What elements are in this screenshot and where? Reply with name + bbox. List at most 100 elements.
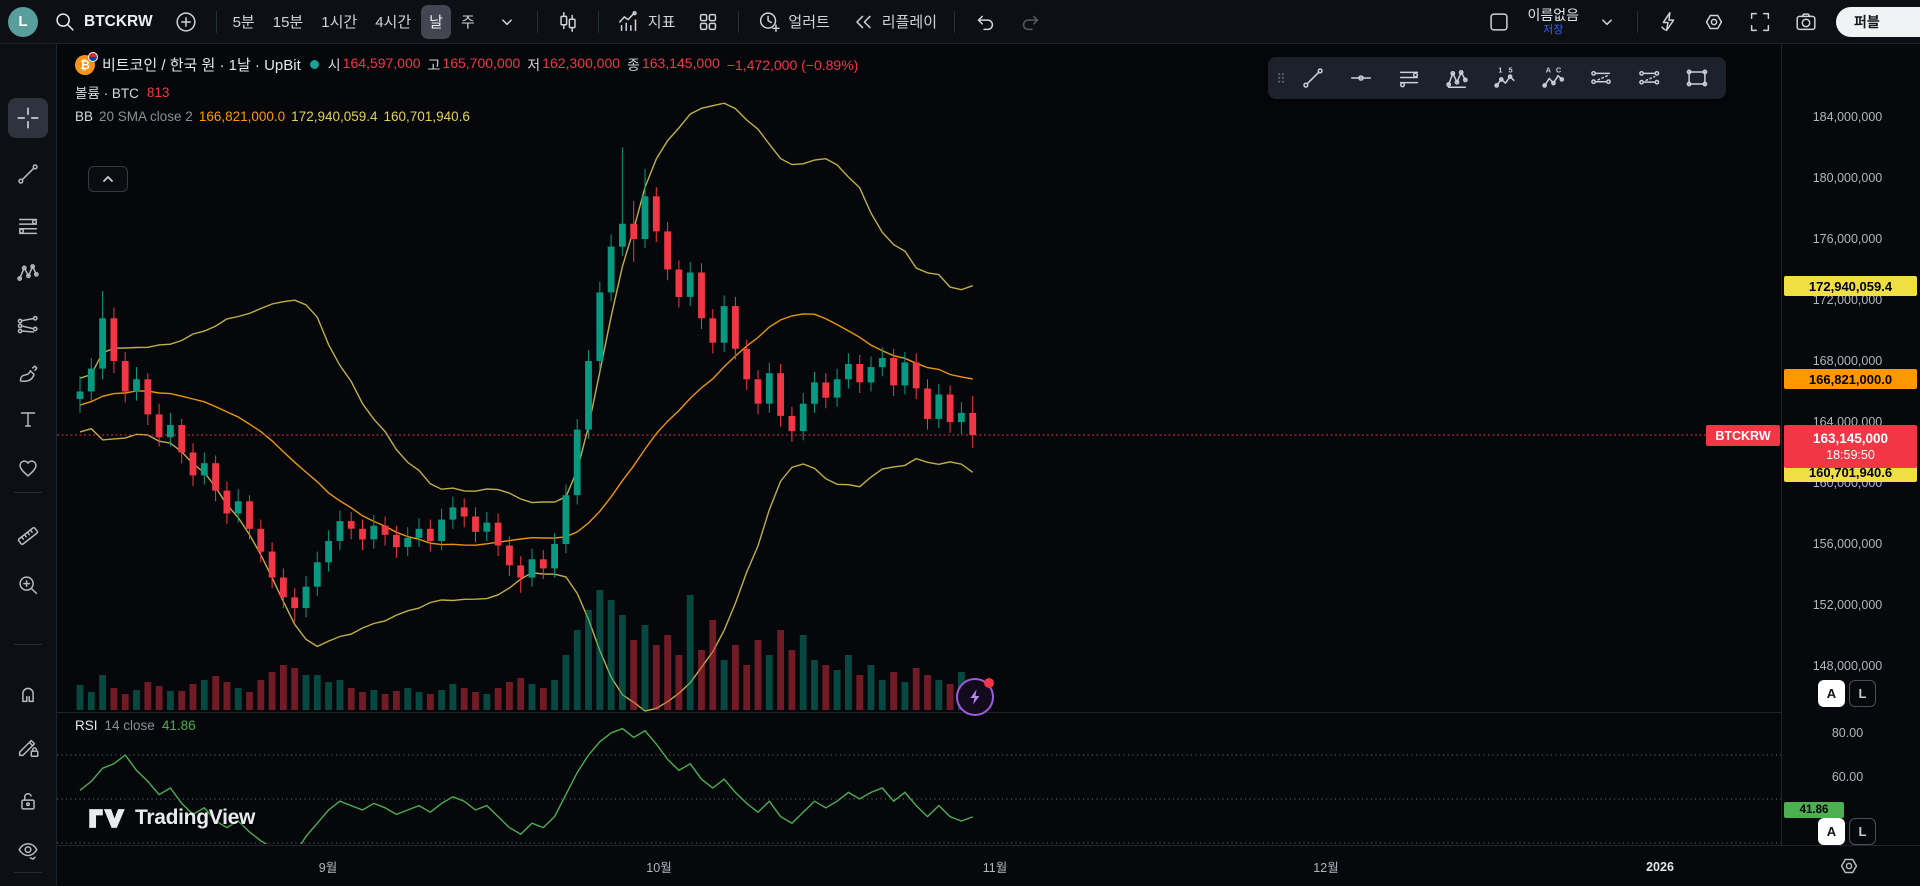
redo-button[interactable] — [1009, 5, 1053, 39]
trendline-favorite-button[interactable] — [1289, 59, 1337, 97]
high-label: 고 — [427, 56, 441, 73]
rsi-auto-scale-button[interactable]: A — [1818, 818, 1845, 845]
hline-favorite-button[interactable] — [1337, 59, 1385, 97]
symbol-title[interactable]: 비트코인 / 한국 원 · 1날 · UpBit — [102, 54, 301, 75]
parallel-icon — [1396, 65, 1422, 91]
user-avatar[interactable]: L — [8, 6, 38, 37]
price-axis[interactable]: 184,000,000 180,000,000 176,000,000 172,000… — [1781, 44, 1920, 845]
axis-settings-button[interactable] — [1836, 853, 1862, 882]
price-tick: 176,000,000 — [1812, 232, 1883, 246]
main-auto-scale-button[interactable]: A — [1818, 680, 1845, 707]
text-tool[interactable] — [8, 399, 48, 439]
pencil-lock-tool[interactable] — [8, 727, 48, 767]
rsi-layer — [57, 727, 1781, 844]
lock-tool[interactable] — [8, 781, 48, 821]
zoom-in-tool[interactable] — [8, 565, 48, 605]
indicators-button[interactable]: 지표 — [607, 5, 685, 39]
time-axis[interactable]: 9월 10월 11월 12월 2026 — [57, 845, 1920, 886]
replay-label: 리플레이 — [881, 14, 937, 31]
fib-tool[interactable] — [8, 206, 48, 246]
undo-button[interactable] — [963, 5, 1007, 39]
alert-button[interactable]: 얼러트 — [747, 5, 838, 39]
market-status-dot[interactable] — [309, 60, 319, 69]
save-label[interactable]: 저장 — [1543, 24, 1563, 36]
snapshot-button[interactable] — [1784, 5, 1828, 39]
gear-icon — [1840, 858, 1858, 874]
time-tick: 10월 — [646, 861, 672, 875]
alert-clock-icon — [756, 9, 782, 35]
volume-layer — [76, 590, 977, 710]
interval-15분[interactable]: 15분 — [265, 5, 312, 39]
interval-주[interactable]: 주 — [453, 5, 483, 39]
pane-divider[interactable] — [57, 712, 1920, 713]
layout-select-button[interactable] — [1477, 5, 1521, 39]
ray-solid-favorite-button[interactable] — [1625, 59, 1673, 97]
layout-menu-button[interactable] — [1585, 5, 1629, 39]
brush-tool[interactable] — [8, 354, 48, 394]
parallel-favorite-button[interactable] — [1385, 59, 1433, 97]
trendline-tool[interactable] — [8, 154, 48, 194]
bb-name[interactable]: BB — [75, 109, 93, 124]
projection-tool[interactable] — [8, 305, 48, 345]
magnet-tool[interactable] — [8, 674, 48, 714]
low-label: 저 — [527, 56, 541, 73]
tradingview-logo[interactable]: TradingView — [88, 806, 255, 830]
camera-icon — [1793, 9, 1819, 35]
abcd-favorite-button[interactable]: AC — [1529, 59, 1577, 97]
volume-label[interactable]: 볼륨 · BTC — [75, 82, 139, 102]
heart-tool[interactable] — [8, 448, 48, 488]
compare-add-symbol-button[interactable] — [164, 5, 208, 39]
drag-handle[interactable] — [1273, 59, 1289, 97]
pattern-tool[interactable] — [8, 253, 48, 293]
chevron-down-icon — [494, 9, 520, 35]
toolbar-separator — [1637, 11, 1638, 33]
layout-name: 이름없음 — [1527, 7, 1579, 24]
price-chart[interactable] — [0, 0, 1920, 886]
quick-action-button[interactable] — [1646, 5, 1690, 39]
lightning-trade-button[interactable] — [956, 678, 994, 716]
ruler-tool[interactable] — [8, 516, 48, 556]
close-label: 종 — [627, 56, 640, 73]
indicator-price-label: 172,940,059.4 — [1784, 276, 1917, 296]
xabcd-favorite-button[interactable] — [1433, 59, 1481, 97]
fullscreen-button[interactable] — [1738, 5, 1782, 39]
svg-text:1: 1 — [1498, 65, 1502, 74]
candles-layer — [76, 147, 977, 622]
legend-collapse-button[interactable] — [88, 166, 128, 192]
ray-dotted-icon — [1588, 65, 1614, 91]
rsi-log-scale-button[interactable]: L — [1849, 818, 1876, 845]
chart-style-button[interactable] — [546, 5, 590, 39]
quick-action-icon — [1655, 9, 1681, 35]
interval-4시간[interactable]: 4시간 — [367, 5, 419, 39]
open-value: 164,597,000 — [342, 54, 421, 71]
layout-name-block[interactable]: 이름없음 저장 — [1523, 7, 1583, 36]
interval-menu-button[interactable] — [485, 5, 529, 39]
price-tick: 156,000,000 — [1812, 537, 1883, 551]
crosshair-tool[interactable] — [8, 98, 48, 138]
settings-button[interactable] — [1692, 5, 1736, 39]
interval-5분[interactable]: 5분 — [225, 5, 263, 39]
rsi-name[interactable]: RSI — [75, 718, 98, 733]
symbol-search-button[interactable]: BTCKRW — [48, 5, 162, 39]
volume-value: 813 — [146, 84, 170, 100]
eye-tool[interactable] — [8, 831, 48, 871]
chevron-up-icon — [103, 175, 113, 182]
interval-날[interactable]: 날 — [421, 4, 451, 39]
rsi-value-label: 41.86 — [1784, 802, 1844, 818]
settings-icon — [1701, 9, 1727, 35]
layout-square-icon — [1486, 9, 1512, 35]
replay-button[interactable]: 리플레이 — [841, 5, 946, 39]
bollinger-layer — [79, 102, 974, 712]
toolbar-separator — [215, 10, 217, 33]
abcd-icon: AC — [1540, 65, 1566, 91]
interval-1시간[interactable]: 1시간 — [313, 5, 365, 39]
ray-dotted-favorite-button[interactable] — [1577, 59, 1625, 97]
elliott-favorite-button[interactable]: 15 — [1481, 59, 1529, 97]
time-tick: 2026 — [1646, 859, 1674, 874]
indicator-templates-button[interactable] — [686, 5, 730, 39]
publish-button[interactable]: 퍼블 — [1836, 7, 1920, 37]
redo-icon — [1018, 9, 1044, 35]
rect-favorite-button[interactable] — [1673, 59, 1721, 97]
toolbar-divider — [14, 644, 42, 645]
main-log-scale-button[interactable]: L — [1849, 680, 1876, 707]
